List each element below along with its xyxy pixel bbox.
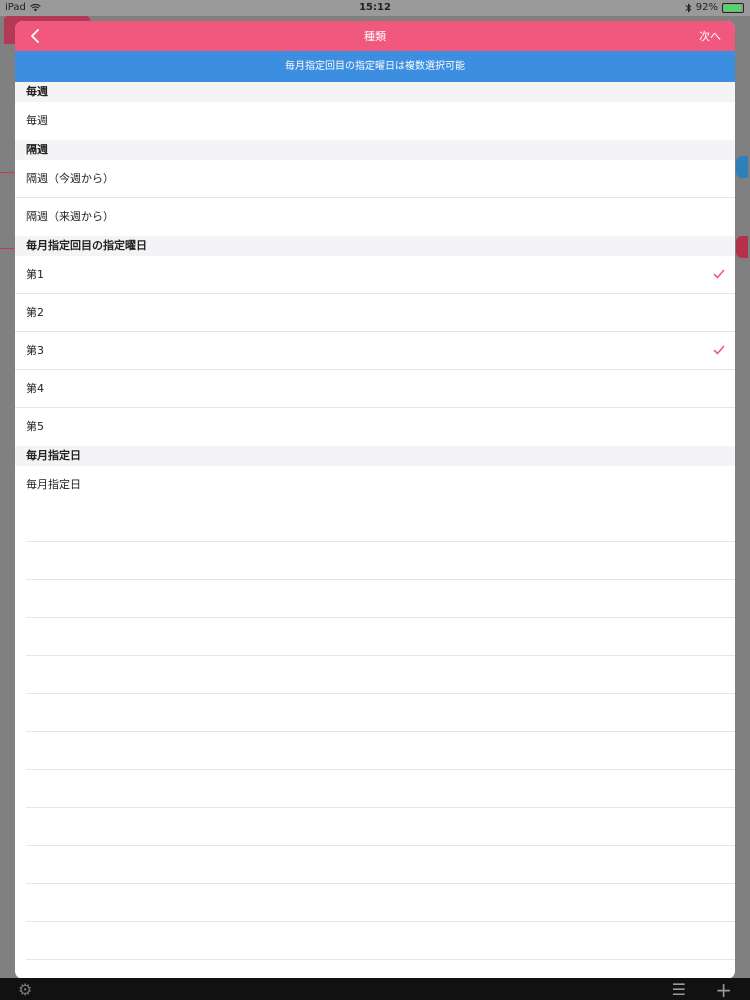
option-label: 第2 bbox=[26, 306, 44, 319]
empty-row bbox=[26, 732, 735, 770]
background-line bbox=[0, 172, 14, 173]
page-title: 種類 bbox=[364, 30, 386, 43]
empty-row bbox=[26, 846, 735, 884]
option-label: 隔週（来週から） bbox=[26, 210, 114, 223]
background-badge bbox=[736, 156, 748, 178]
section-header: 毎月指定日 bbox=[15, 446, 735, 466]
background-line bbox=[0, 248, 14, 249]
option-label: 第4 bbox=[26, 382, 44, 395]
section-header: 毎週 bbox=[15, 82, 735, 102]
empty-row bbox=[26, 808, 735, 846]
empty-row bbox=[26, 884, 735, 922]
option-label: 毎月指定日 bbox=[26, 478, 81, 491]
empty-row bbox=[26, 770, 735, 808]
background-badge bbox=[736, 236, 748, 258]
plus-icon[interactable]: + bbox=[715, 978, 732, 1000]
empty-row bbox=[26, 580, 735, 618]
option-row[interactable]: 隔週（今週から） bbox=[15, 160, 735, 198]
bluetooth-icon bbox=[685, 2, 691, 13]
list-icon[interactable]: ☰ bbox=[672, 980, 686, 999]
empty-row bbox=[26, 542, 735, 580]
option-row[interactable]: 毎月指定日 bbox=[15, 466, 735, 504]
type-selection-sheet: 種類 次へ 毎月指定回目の指定曜日は複数選択可能 毎週 毎週 隔週 隔週（今週から）隔… bbox=[15, 21, 735, 979]
section-header: 毎月指定回目の指定曜日 bbox=[15, 236, 735, 256]
option-row[interactable]: 第4 bbox=[15, 370, 735, 408]
option-label: 第3 bbox=[26, 344, 44, 357]
checkmark-icon bbox=[713, 345, 725, 355]
checkmark-icon bbox=[713, 269, 725, 279]
empty-row bbox=[26, 656, 735, 694]
gear-icon[interactable]: ⚙ bbox=[18, 980, 32, 999]
empty-row bbox=[26, 922, 735, 960]
next-button[interactable]: 次へ bbox=[699, 28, 721, 44]
nav-bar: 種類 次へ bbox=[15, 21, 735, 51]
option-row[interactable]: 第1 bbox=[15, 256, 735, 294]
empty-row bbox=[26, 694, 735, 732]
option-row[interactable]: 第3 bbox=[15, 332, 735, 370]
option-row[interactable]: 毎週 bbox=[15, 102, 735, 140]
option-label: 第5 bbox=[26, 420, 44, 433]
bottom-toolbar: ⚙ ☰ + bbox=[0, 978, 750, 1000]
notice-banner: 毎月指定回目の指定曜日は複数選択可能 bbox=[15, 51, 735, 82]
screen: iPad 15:12 92% 種類 次へ 毎月指定回目の指定曜日は複数選択可能 … bbox=[0, 0, 750, 1000]
empty-rows bbox=[15, 504, 735, 960]
empty-row bbox=[26, 504, 735, 542]
option-row[interactable]: 隔週（来週から） bbox=[15, 198, 735, 236]
option-label: 隔週（今週から） bbox=[26, 172, 114, 185]
option-row[interactable]: 第5 bbox=[15, 408, 735, 446]
battery-icon bbox=[722, 2, 744, 13]
option-label: 第1 bbox=[26, 268, 44, 281]
option-label: 毎週 bbox=[26, 114, 48, 127]
option-row[interactable]: 第2 bbox=[15, 294, 735, 332]
empty-row bbox=[26, 618, 735, 656]
status-time: 15:12 bbox=[359, 2, 391, 13]
section-header: 隔週 bbox=[15, 140, 735, 160]
status-bar: iPad 15:12 92% bbox=[0, 0, 750, 16]
battery-percent: 92% bbox=[695, 2, 718, 13]
option-list: 毎週 毎週 隔週 隔週（今週から） 隔週（来週から） 毎月指定回目の指定曜日 第1 第2 第3 第… bbox=[15, 82, 735, 504]
status-right: 92% bbox=[685, 2, 744, 13]
